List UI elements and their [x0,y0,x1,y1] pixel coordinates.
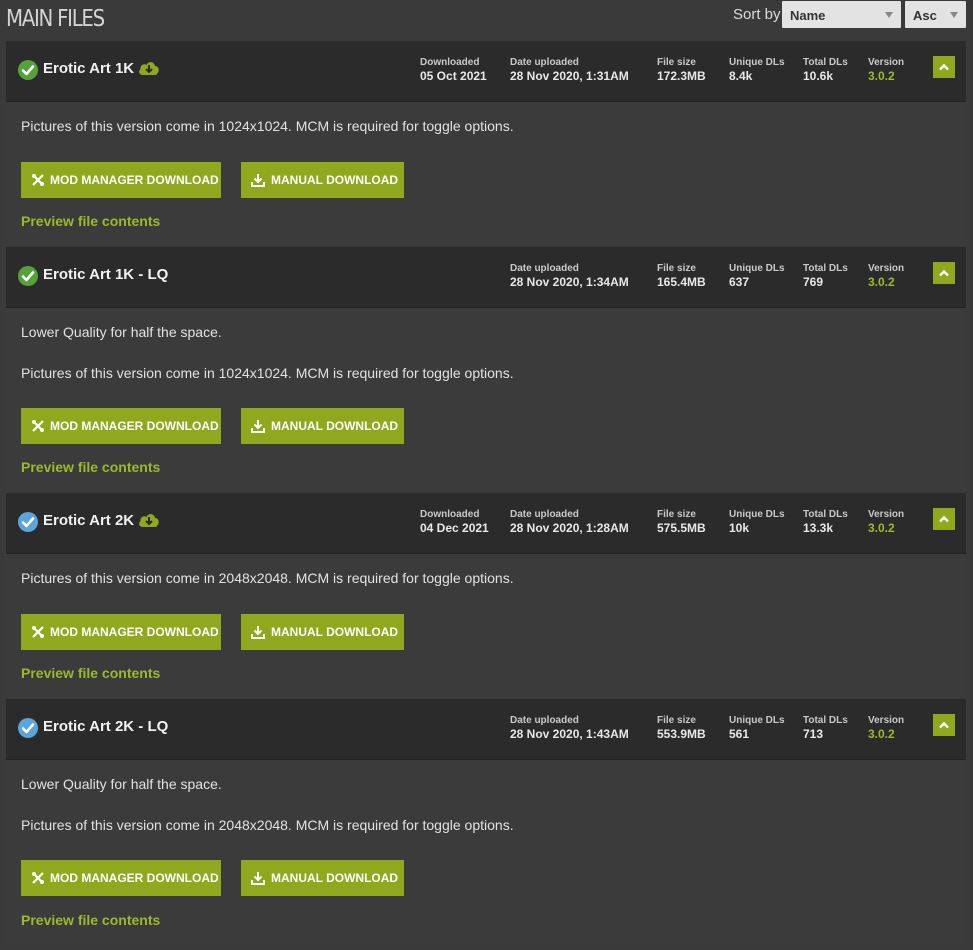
manual-download-button[interactable]: MANUAL DOWNLOAD [241,162,404,198]
file-header[interactable]: Erotic Art 1K Downloaded 05 Oct 2021 Dat… [6,41,966,102]
file-item: Erotic Art 2K Downloaded 04 Dec 2021 Dat… [6,493,966,698]
sort-field-value: Name [790,8,826,23]
stat-file-size: File size 165.4MB [657,263,706,289]
file-item: Erotic Art 1K Downloaded 05 Oct 2021 Dat… [6,41,966,246]
file-description: Pictures of this version come in 2048x20… [21,817,514,833]
mod-manager-download-button[interactable]: MOD MANAGER DOWNLOAD [21,860,221,896]
page-title: MAIN FILES [6,6,105,32]
tools-icon [32,420,44,432]
file-header[interactable]: Erotic Art 2K - LQ Date uploaded 28 Nov … [6,699,966,760]
mod-manager-download-button[interactable]: MOD MANAGER DOWNLOAD [21,408,221,444]
sort-field-select[interactable]: Name [782,1,901,28]
stat-version: Version 3.0.2 [868,509,905,535]
sort-order-value: Asc [913,8,937,23]
download-icon [251,872,265,885]
download-icon [251,626,265,639]
stat-downloaded: Downloaded 05 Oct 2021 [420,57,487,83]
stat-version: Version 3.0.2 [868,57,905,83]
file-description: Lower Quality for half the space. [21,776,222,792]
stat-file-size: File size 553.9MB [657,715,706,741]
file-name: Erotic Art 2K - LQ [43,718,169,735]
stat-downloaded: Downloaded 04 Dec 2021 [420,509,489,535]
mod-manager-download-button[interactable]: MOD MANAGER DOWNLOAD [21,162,221,198]
sort-label: Sort by [733,6,781,23]
stat-file-size: File size 172.3MB [657,57,706,83]
stat-unique-dls: Unique DLs 8.4k [729,57,785,83]
file-name: Erotic Art 2K [43,512,135,529]
preview-file-contents-link[interactable]: Preview file contents [21,912,160,928]
file-header[interactable]: Erotic Art 1K - LQ Date uploaded 28 Nov … [6,247,966,308]
file-header[interactable]: Erotic Art 2K Downloaded 04 Dec 2021 Dat… [6,493,966,554]
tools-icon [32,626,44,638]
stat-date-uploaded: Date uploaded 28 Nov 2020, 1:28AM [510,509,629,535]
preview-file-contents-link[interactable]: Preview file contents [21,459,160,475]
file-name: Erotic Art 1K [43,60,135,77]
tools-icon [32,872,44,884]
manual-download-button[interactable]: MANUAL DOWNLOAD [241,408,404,444]
cloud-download-icon [137,59,161,77]
file-item: Erotic Art 2K - LQ Date uploaded 28 Nov … [6,699,966,945]
file-name: Erotic Art 1K - LQ [43,266,169,283]
file-description: Pictures of this version come in 2048x20… [21,570,514,586]
stat-unique-dls: Unique DLs 10k [729,509,785,535]
check-circle-icon [18,266,38,286]
check-circle-icon [18,718,38,738]
mod-manager-download-button[interactable]: MOD MANAGER DOWNLOAD [21,614,221,650]
stat-version: Version 3.0.2 [868,715,905,741]
stat-unique-dls: Unique DLs 561 [729,715,785,741]
check-circle-icon [18,512,38,532]
chevron-down-icon [950,12,958,18]
stat-date-uploaded: Date uploaded 28 Nov 2020, 1:34AM [510,263,629,289]
stat-file-size: File size 575.5MB [657,509,706,535]
manual-download-button[interactable]: MANUAL DOWNLOAD [241,860,404,896]
file-description: Pictures of this version come in 1024x10… [21,365,514,381]
download-icon [251,420,265,433]
stat-total-dls: Total DLs 769 [803,263,848,289]
stat-total-dls: Total DLs 13.3k [803,509,848,535]
check-circle-icon [18,60,38,80]
collapse-button[interactable] [933,508,955,530]
manual-download-button[interactable]: MANUAL DOWNLOAD [241,614,404,650]
cloud-download-icon [137,511,161,529]
collapse-button[interactable] [933,714,955,736]
preview-file-contents-link[interactable]: Preview file contents [21,665,160,681]
stat-unique-dls: Unique DLs 637 [729,263,785,289]
sort-order-select[interactable]: Asc [905,1,966,28]
stat-date-uploaded: Date uploaded 28 Nov 2020, 1:43AM [510,715,629,741]
stat-total-dls: Total DLs 713 [803,715,848,741]
file-description: Lower Quality for half the space. [21,324,222,340]
top-bar: MAIN FILES Sort by Name Asc [0,0,973,40]
download-icon [251,174,265,187]
file-description: Pictures of this version come in 1024x10… [21,118,514,134]
collapse-button[interactable] [933,262,955,284]
tools-icon [32,174,44,186]
stat-date-uploaded: Date uploaded 28 Nov 2020, 1:31AM [510,57,629,83]
preview-file-contents-link[interactable]: Preview file contents [21,213,160,229]
collapse-button[interactable] [933,56,955,78]
stat-total-dls: Total DLs 10.6k [803,57,848,83]
stat-version: Version 3.0.2 [868,263,905,289]
chevron-down-icon [885,12,893,18]
file-item: Erotic Art 1K - LQ Date uploaded 28 Nov … [6,247,966,492]
